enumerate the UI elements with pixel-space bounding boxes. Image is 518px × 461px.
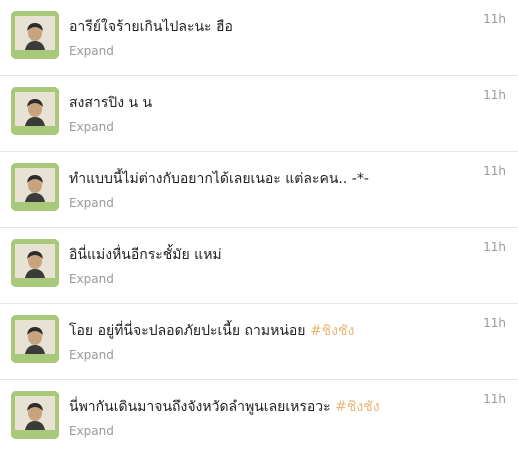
hashtag-link[interactable]: #ชิงชัง [310,323,354,339]
expand-link[interactable]: Expand [69,423,114,439]
tweet-timestamp[interactable]: 11h [483,11,506,27]
tweet-text: สงสารปิง น น [69,93,152,113]
tweet-timestamp[interactable]: 11h [483,315,506,331]
timeline: อารีย์ใจร้ายเกินไปละนะ ฮือ Expand 11h สง… [0,0,518,461]
tweet-item[interactable]: อารีย์ใจร้ายเกินไปละนะ ฮือ Expand 11h [0,0,518,76]
tweet-item[interactable]: นี่พากันเดินมาจนถึงจังหวัดลำพูนเลยเหรอวะ… [0,380,518,456]
tweet-item[interactable]: ทำแบบนี้ไม่ต่างกับอยากได้เลยเนอะ แต่ละคน… [0,152,518,228]
hashtag-link[interactable]: #ชิงชัง [335,399,379,415]
tweet-item[interactable]: สงสารปิง น น Expand 11h [0,76,518,152]
expand-link[interactable]: Expand [69,195,114,211]
tweet-timestamp[interactable]: 11h [483,391,506,407]
tweet-text: อารีย์ใจร้ายเกินไปละนะ ฮือ [69,17,233,37]
expand-link[interactable]: Expand [69,347,114,363]
tweet-text: อินี่แม่งหื่นอีกระชั้มัย แหม่ [69,245,222,265]
avatar[interactable] [11,391,59,439]
tweet-item[interactable]: อินี่แม่งหื่นอีกระชั้มัย แหม่ Expand 11h [0,228,518,304]
tweet-text: ทำแบบนี้ไม่ต่างกับอยากได้เลยเนอะ แต่ละคน… [69,169,369,189]
avatar[interactable] [11,87,59,135]
avatar[interactable] [11,315,59,363]
tweet-message: ทำแบบนี้ไม่ต่างกับอยากได้เลยเนอะ แต่ละคน… [69,171,369,187]
tweet-message: อินี่แม่งหื่นอีกระชั้มัย แหม่ [69,247,222,263]
tweet-item[interactable]: โอย อยู่ที่นี่จะปลอดภัยปะเนี้ย ถามหน่อย … [0,304,518,380]
tweet-timestamp[interactable]: 11h [483,239,506,255]
tweet-message: สงสารปิง น น [69,95,153,111]
avatar[interactable] [11,163,59,211]
expand-link[interactable]: Expand [69,43,114,59]
expand-link[interactable]: Expand [69,119,114,135]
tweet-timestamp[interactable]: 11h [483,163,506,179]
tweet-message: โอย อยู่ที่นี่จะปลอดภัยปะเนี้ย ถามหน่อย [69,323,310,339]
tweet-text: นี่พากันเดินมาจนถึงจังหวัดลำพูนเลยเหรอวะ… [69,397,380,417]
tweet-message: นี่พากันเดินมาจนถึงจังหวัดลำพูนเลยเหรอวะ [69,399,336,415]
tweet-text: โอย อยู่ที่นี่จะปลอดภัยปะเนี้ย ถามหน่อย … [69,321,354,341]
tweet-timestamp[interactable]: 11h [483,87,506,103]
avatar[interactable] [11,11,59,59]
tweet-message: อารีย์ใจร้ายเกินไปละนะ ฮือ [69,19,233,35]
expand-link[interactable]: Expand [69,271,114,287]
avatar[interactable] [11,239,59,287]
